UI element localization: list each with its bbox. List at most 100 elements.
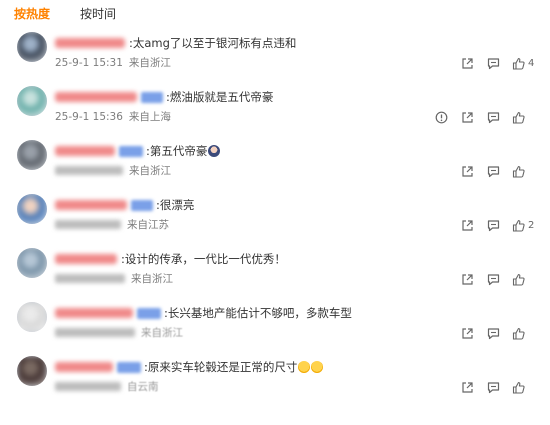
comment-icon[interactable] [480,164,506,178]
like-button[interactable] [506,327,540,340]
comment-icon[interactable] [480,272,506,286]
avatar[interactable] [17,140,47,170]
avatar[interactable] [17,356,47,386]
share-icon[interactable] [454,218,480,232]
comment-location: 来自上海 [128,111,171,123]
like-button[interactable]: 4 [506,57,540,70]
username[interactable] [55,362,113,372]
comment-time [55,166,123,175]
avatar[interactable] [17,32,47,62]
comment-actions [454,326,540,340]
comment-time [55,382,121,391]
like-button[interactable] [506,165,540,178]
avatar[interactable] [17,302,47,332]
comment-actions: 4 [454,56,540,70]
comment-actions [454,272,540,286]
like-icon [512,219,525,232]
sort-tabs: 按热度 按时间 [14,6,116,22]
comment-icon[interactable] [480,56,506,70]
comment-location: 来自江苏 [127,219,169,231]
comment-time [55,220,121,229]
user-badge [117,361,141,373]
comment-line: :很漂亮 [55,198,194,212]
comment-meta: 25-9-1 15:36 来自上海 [55,110,171,124]
comment-location: 来自浙江 [128,57,171,69]
report-icon[interactable] [428,110,454,124]
comment-meta: 来自浙江 [55,272,173,285]
comment-location: 自云南 [127,381,159,393]
comment-icon[interactable] [480,110,506,124]
comment-time: 25-9-1 15:36 [55,110,123,123]
avatar[interactable] [17,86,47,116]
comment-text: :设计的传承，一代比一代优秀！ [121,252,286,266]
like-button[interactable] [506,381,540,394]
comment-item: :设计的传承，一代比一代优秀！ 来自浙江 [0,246,550,300]
share-icon[interactable] [454,164,480,178]
comment-text: :燃油版就是五代帝豪 [166,90,274,104]
comment-list: :太amg了以至于银河标有点违和 25-9-1 15:31 来自浙江 4 :燃油版就是五… [0,30,550,408]
like-icon [512,165,525,178]
like-icon [512,381,525,394]
like-icon [512,57,525,70]
comment-line: :原来实车轮毂还是正常的尺寸 [55,360,324,374]
like-icon [512,273,525,286]
share-icon[interactable] [454,272,480,286]
comment-icon[interactable] [480,326,506,340]
comment-item: :燃油版就是五代帝豪 25-9-1 15:36 来自上海 [0,84,550,138]
user-badge [131,199,153,211]
user-badge [119,145,143,157]
user-badge [141,91,163,103]
like-button[interactable] [506,273,540,286]
comment-location: 来自浙江 [129,165,171,177]
like-count: 4 [528,57,535,69]
user-badge [137,307,161,319]
comment-actions [454,380,540,394]
avatar[interactable] [17,194,47,224]
username[interactable] [55,92,137,102]
comment-item: :很漂亮来自江苏 2 [0,192,550,246]
username[interactable] [55,38,125,48]
like-button[interactable] [506,111,540,124]
like-icon [512,111,525,124]
comment-line: :太amg了以至于银河标有点违和 [55,36,296,50]
comment-icon[interactable] [480,218,506,232]
comment-time [55,328,135,337]
comment-icon[interactable] [480,380,506,394]
comment-meta: 来自浙江 [55,164,171,177]
username[interactable] [55,254,117,264]
share-icon[interactable] [454,56,480,70]
comment-text: :长兴基地产能估计不够吧，多款车型 [164,306,352,320]
comment-item: :太amg了以至于银河标有点违和 25-9-1 15:31 来自浙江 4 [0,30,550,84]
avatar[interactable] [17,248,47,278]
comment-item: :长兴基地产能估计不够吧，多款车型来自浙江 [0,300,550,354]
comment-meta: 来自江苏 [55,218,169,231]
anime-emoji-icon [208,145,221,157]
comment-text: :第五代帝豪 [146,144,208,158]
share-icon[interactable] [454,380,480,394]
comment-line: :第五代帝豪 [55,144,221,158]
tab-hot[interactable]: 按热度 [14,6,50,22]
comment-line: :燃油版就是五代帝豪 [55,90,273,104]
share-icon[interactable] [454,110,480,124]
laugh-emoji-icon [311,361,324,373]
tab-time[interactable]: 按时间 [80,6,116,22]
comment-text: :原来实车轮毂还是正常的尺寸 [144,360,298,374]
comment-meta: 自云南 [55,380,159,393]
username[interactable] [55,200,127,210]
comment-meta: 来自浙江 [55,326,183,339]
comment-line: :设计的传承，一代比一代优秀！ [55,252,286,266]
comment-location: 来自浙江 [131,273,173,285]
comment-text: :太amg了以至于银河标有点违和 [129,36,297,50]
like-count: 2 [528,219,535,231]
comment-meta: 25-9-1 15:31 来自浙江 [55,56,171,70]
comment-actions [428,110,540,124]
username[interactable] [55,146,115,156]
comment-actions [454,164,540,178]
like-button[interactable]: 2 [506,219,540,232]
like-icon [512,327,525,340]
share-icon[interactable] [454,326,480,340]
username[interactable] [55,308,133,318]
laugh-emoji-icon [298,361,311,373]
comment-item: :第五代帝豪来自浙江 [0,138,550,192]
comment-item: :原来实车轮毂还是正常的尺寸自云南 [0,354,550,408]
